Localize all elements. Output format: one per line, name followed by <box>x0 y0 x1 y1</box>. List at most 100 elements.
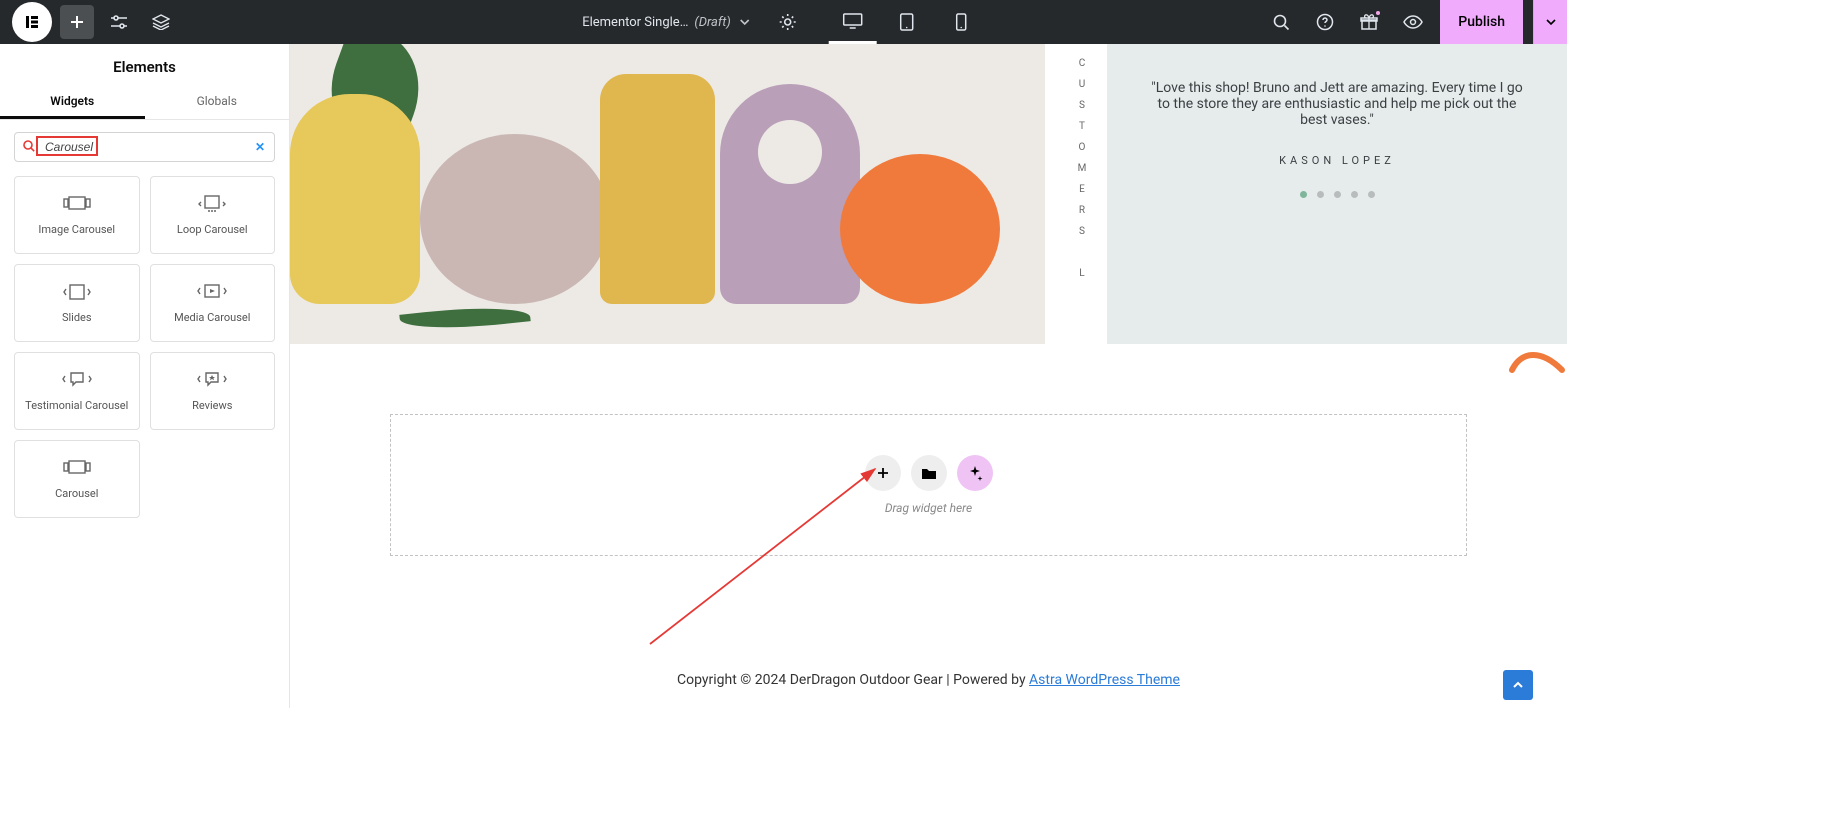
decorative-swirl <box>1507 340 1567 380</box>
widget-testimonial-carousel[interactable]: Testimonial Carousel <box>14 352 140 430</box>
vertical-text: CUSTOMERS L <box>1077 58 1088 289</box>
help-button[interactable] <box>1308 5 1342 39</box>
widget-label: Loop Carousel <box>177 223 248 236</box>
widget-reviews[interactable]: Reviews <box>150 352 276 430</box>
leaf-icon <box>399 301 530 334</box>
tab-globals[interactable]: Globals <box>145 86 290 119</box>
desktop-icon <box>843 13 863 29</box>
slides-icon <box>63 283 91 301</box>
vase-shape <box>420 134 610 304</box>
folder-icon <box>921 466 937 480</box>
panel-tabs: Widgets Globals <box>0 86 289 120</box>
widget-label: Carousel <box>55 487 98 500</box>
doc-name: Elementor Single… <box>582 15 688 30</box>
device-tablet[interactable] <box>883 0 931 44</box>
widgets-panel: Elements Widgets Globals ✕ Image Carouse… <box>0 44 290 708</box>
sparkle-icon <box>967 465 983 481</box>
chevron-down-icon <box>737 14 753 30</box>
document-title[interactable]: Elementor Single… (Draft) <box>582 14 753 30</box>
testimonial-carousel-icon <box>62 371 92 389</box>
reviews-icon <box>197 371 227 389</box>
add-section-button[interactable] <box>865 455 901 491</box>
site-settings-button[interactable] <box>102 5 136 39</box>
scroll-to-top-button[interactable] <box>1503 670 1533 700</box>
widget-label: Slides <box>62 311 92 324</box>
add-widget-button[interactable] <box>60 5 94 39</box>
hero-image <box>290 44 1045 344</box>
publish-options-button[interactable] <box>1533 0 1567 44</box>
carousel-dot[interactable] <box>1317 191 1324 198</box>
doc-status: (Draft) <box>694 15 730 30</box>
media-carousel-icon <box>197 283 227 301</box>
topbar-right: Publish <box>1264 0 1567 44</box>
editor-topbar: Elementor Single… (Draft) <box>0 0 1567 44</box>
search-icon <box>22 139 36 153</box>
carousel-dot[interactable] <box>1351 191 1358 198</box>
chevron-down-icon <box>1544 15 1558 29</box>
whats-new-button[interactable] <box>1352 5 1386 39</box>
carousel-icon <box>63 459 91 477</box>
elementor-logo-icon <box>24 14 40 30</box>
search-widget-input[interactable] <box>14 132 275 162</box>
ai-button[interactable] <box>957 455 993 491</box>
preview-button[interactable] <box>1396 5 1430 39</box>
empty-section-dropzone[interactable]: Drag widget here <box>390 414 1467 556</box>
widget-label: Reviews <box>192 399 232 412</box>
widget-carousel[interactable]: Carousel <box>14 440 140 518</box>
widget-label: Media Carousel <box>174 311 250 324</box>
search-widget-wrap: ✕ <box>14 132 275 162</box>
topbar-center: Elementor Single… (Draft) <box>582 0 985 44</box>
widget-loop-carousel[interactable]: Loop Carousel <box>150 176 276 254</box>
vase-shape <box>600 74 715 304</box>
section-label: CUSTOMERS L <box>1057 44 1107 344</box>
elementor-logo[interactable] <box>12 2 52 42</box>
responsive-switcher <box>829 0 985 44</box>
device-desktop[interactable] <box>829 0 877 44</box>
panel-title: Elements <box>0 44 289 86</box>
carousel-dot[interactable] <box>1368 191 1375 198</box>
vase-shape <box>840 154 1000 304</box>
tablet-icon <box>900 13 914 31</box>
widget-label: Testimonial Carousel <box>25 399 128 412</box>
carousel-dot[interactable] <box>1300 191 1307 198</box>
plus-icon <box>876 466 890 480</box>
widget-label: Image Carousel <box>38 223 115 236</box>
chevron-up-icon <box>1511 678 1525 692</box>
image-carousel-icon <box>63 195 91 213</box>
sliders-icon <box>110 15 128 29</box>
page-settings-button[interactable] <box>771 5 805 39</box>
widget-grid: Image Carousel Loop Carousel Slides Medi… <box>0 170 289 524</box>
page-footer: Copyright © 2024 DerDragon Outdoor Gear … <box>290 672 1567 688</box>
loop-carousel-icon <box>198 195 226 213</box>
search-icon <box>1272 13 1290 31</box>
topbar-left <box>0 0 178 44</box>
testimonial-author: KASON LOPEZ <box>1147 154 1527 167</box>
vase-shape <box>720 84 860 304</box>
clear-search-button[interactable]: ✕ <box>255 140 265 154</box>
widget-image-carousel[interactable]: Image Carousel <box>14 176 140 254</box>
editor-canvas: CUSTOMERS L "Love this shop! Bruno and J… <box>290 44 1567 708</box>
plus-icon <box>69 14 85 30</box>
testimonial-quote: "Love this shop! Bruno and Jett are amaz… <box>1147 80 1527 128</box>
tab-widgets[interactable]: Widgets <box>0 86 145 119</box>
widget-media-carousel[interactable]: Media Carousel <box>150 264 276 342</box>
vase-shape <box>290 94 420 304</box>
add-template-button[interactable] <box>911 455 947 491</box>
mobile-icon <box>955 13 966 31</box>
carousel-dot[interactable] <box>1334 191 1341 198</box>
carousel-pagination <box>1147 191 1527 198</box>
dropzone-hint: Drag widget here <box>885 501 972 515</box>
hero-section[interactable]: CUSTOMERS L "Love this shop! Bruno and J… <box>290 44 1567 344</box>
gear-icon <box>779 13 797 31</box>
footer-theme-link[interactable]: Astra WordPress Theme <box>1029 672 1180 688</box>
notification-dot <box>1374 9 1382 17</box>
finder-button[interactable] <box>1264 5 1298 39</box>
publish-button[interactable]: Publish <box>1440 0 1523 44</box>
device-mobile[interactable] <box>937 0 985 44</box>
layers-icon <box>152 14 170 30</box>
eye-icon <box>1403 15 1423 29</box>
structure-button[interactable] <box>144 5 178 39</box>
widget-slides[interactable]: Slides <box>14 264 140 342</box>
dropzone-actions <box>865 455 993 491</box>
testimonial-card: "Love this shop! Bruno and Jett are amaz… <box>1107 44 1567 344</box>
